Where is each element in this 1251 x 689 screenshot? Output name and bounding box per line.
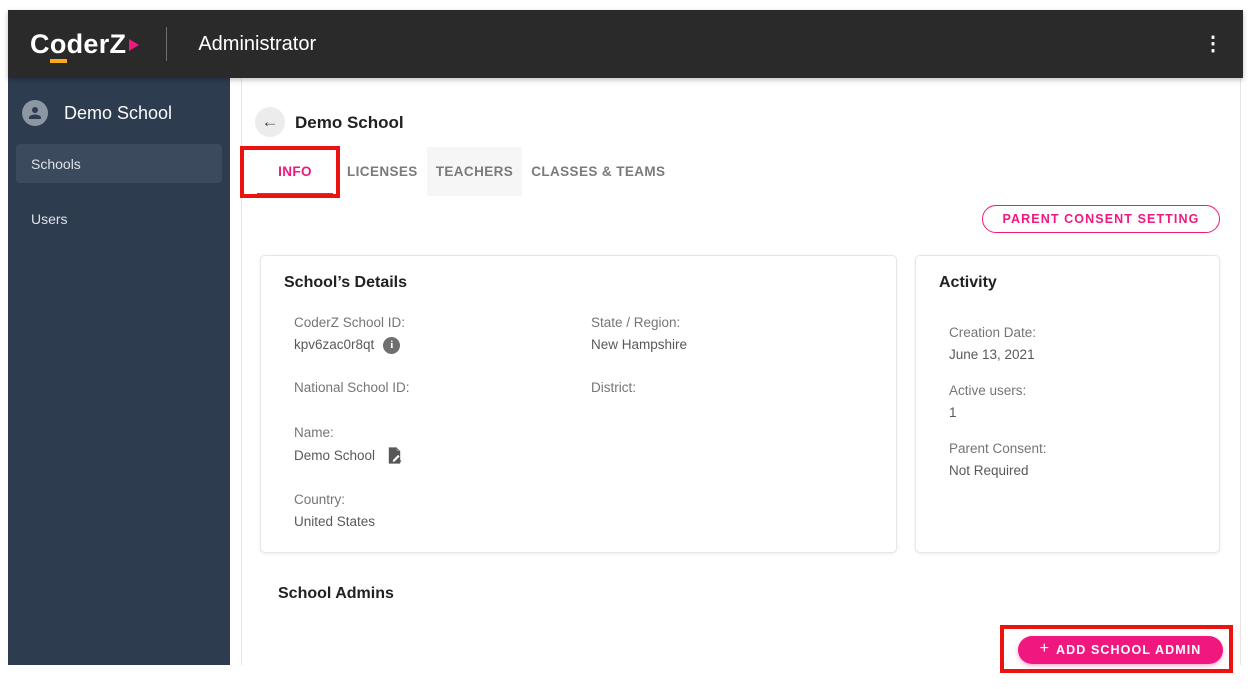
field-country: Country: United States: [294, 492, 376, 529]
tab-classes-teams[interactable]: CLASSES & TEAMS: [522, 147, 674, 196]
main-content: ← Demo School INFO LICENSES TEACHERS CLA…: [230, 78, 1243, 673]
field-name: Name: Demo School: [294, 424, 404, 465]
country-value: United States: [294, 514, 376, 529]
creation-date-value: June 13, 2021: [949, 347, 1035, 362]
top-app-bar: CoderZ Administrator ⋮: [8, 10, 1243, 78]
school-details-card-title: School’s Details: [284, 274, 407, 291]
field-national-school-id: National School ID:: [294, 380, 410, 395]
sidebar-item-schools[interactable]: Schools: [16, 144, 222, 183]
back-arrow-icon: ←: [261, 112, 279, 131]
back-button[interactable]: ←: [255, 107, 285, 137]
sidebar-item-label: Schools: [31, 155, 81, 172]
edit-name-icon[interactable]: [385, 446, 404, 465]
sidebar-item-label: Users: [31, 210, 68, 227]
kebab-menu-icon[interactable]: ⋮: [1197, 30, 1229, 58]
school-admins-title: School Admins: [278, 585, 394, 602]
add-school-admin-button[interactable]: + ADD SCHOOL ADMIN: [1018, 636, 1223, 664]
tab-teachers[interactable]: TEACHERS: [426, 147, 523, 196]
parent-consent-value: Not Required: [949, 463, 1029, 478]
tab-bar: INFO LICENSES TEACHERS CLASSES & TEAMS: [252, 147, 674, 196]
field-parent-consent: Parent Consent: Not Required: [949, 441, 1047, 478]
coderz-logo[interactable]: CoderZ: [30, 28, 140, 63]
topbar-title: Administrator: [198, 32, 317, 55]
field-state-region: State / Region: New Hampshire: [591, 315, 688, 352]
plus-icon: +: [1039, 640, 1051, 657]
field-coderz-school-id: CoderZ School ID: kpv6zac0r8qt i: [294, 315, 406, 354]
activity-card-title: Activity: [939, 274, 997, 291]
school-name-value: Demo School: [294, 447, 376, 463]
sidebar-school-name: Demo School: [64, 102, 173, 123]
parent-consent-setting-button[interactable]: PARENT CONSENT SETTING: [982, 205, 1220, 233]
school-details-card: School’s Details CoderZ School ID: kpv6z…: [260, 255, 897, 553]
add-school-admin-label: ADD SCHOOL ADMIN: [1056, 643, 1202, 657]
sidebar-school-header: Demo School: [8, 78, 230, 144]
field-creation-date: Creation Date: June 13, 2021: [949, 325, 1037, 362]
topbar-divider: [166, 27, 168, 61]
state-region-value: New Hampshire: [591, 337, 688, 352]
sidebar-item-users[interactable]: Users: [16, 199, 222, 238]
admin-app-window: CoderZ Administrator ⋮ Demo School Schoo…: [8, 10, 1243, 673]
tab-info[interactable]: INFO: [252, 147, 338, 196]
tab-licenses[interactable]: LICENSES: [338, 147, 427, 196]
active-users-value: 1: [949, 405, 957, 420]
content-right-border: [1240, 78, 1241, 665]
info-icon[interactable]: i: [383, 336, 401, 354]
activity-card: Activity Creation Date: June 13, 2021 Ac…: [915, 255, 1220, 553]
school-avatar-icon: [22, 100, 48, 126]
page-title: Demo School: [295, 113, 404, 132]
sidebar: Demo School Schools Users: [8, 78, 230, 665]
field-active-users: Active users: 1: [949, 383, 1027, 420]
content-left-border: [241, 78, 242, 665]
coderz-logo-arrow-icon: [129, 38, 140, 51]
coderz-school-id-value: kpv6zac0r8qt: [294, 337, 375, 352]
coderz-logo-text: CoderZ: [30, 28, 126, 63]
field-district: District:: [591, 380, 636, 395]
